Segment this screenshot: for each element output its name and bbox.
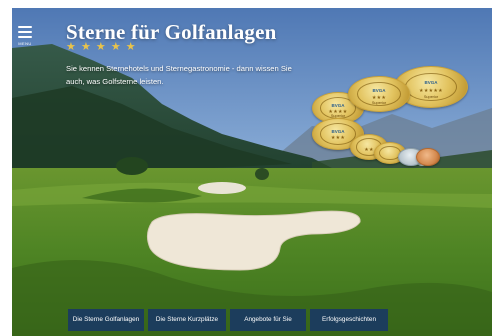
award-medal: BVGA ★★★ Superior: [348, 76, 410, 112]
medal-grade: Superior: [371, 100, 387, 105]
star-icon: ★: [66, 41, 77, 53]
star-icon: ★: [110, 41, 122, 53]
star-icon: ★: [80, 41, 92, 53]
nav-button-erfolgsgeschichten[interactable]: Erfolgsgeschichten: [310, 309, 388, 331]
medal-logo: BVGA: [331, 128, 345, 134]
award-medal: [416, 148, 440, 166]
nav-button-sterne-golfanlagen[interactable]: Die Sterne Golfanlagen: [68, 309, 144, 331]
menu-label: MENU: [18, 41, 32, 46]
hero-banner: MENU Sterne für Golfanlagen ★ ★ ★ ★ ★ Si…: [12, 8, 492, 336]
intro-text: Sie kennen Sternehotels und Sternegastro…: [66, 64, 292, 86]
star-icon: ★: [95, 41, 107, 53]
hamburger-icon: [16, 26, 34, 38]
menu-button[interactable]: MENU: [16, 26, 34, 46]
medal-logo: BVGA: [372, 87, 386, 93]
rating-stars: ★ ★ ★ ★ ★: [66, 40, 137, 53]
nav-button-angebote[interactable]: Angebote für Sie: [230, 309, 306, 331]
golf-course-image: [12, 8, 492, 336]
nav-button-sterne-kurzplaetze[interactable]: Die Sterne Kurzplätze: [148, 309, 226, 331]
medal-stars: ★★★: [371, 94, 387, 101]
star-icon: ★: [125, 41, 137, 53]
